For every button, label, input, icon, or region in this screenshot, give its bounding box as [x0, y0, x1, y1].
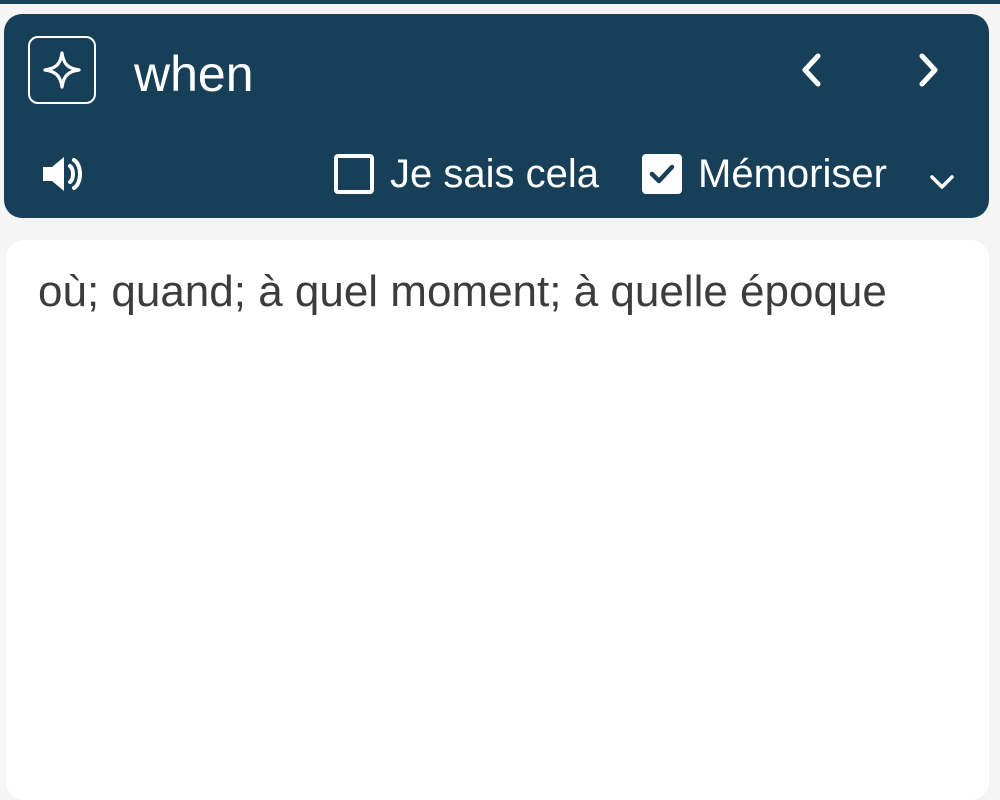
chevron-down-icon: [930, 175, 954, 189]
checkmark-icon: [649, 164, 675, 184]
chevron-left-icon: [802, 53, 821, 87]
speaker-icon: [43, 157, 82, 191]
known-checkbox[interactable]: [334, 154, 374, 194]
next-word-button[interactable]: [906, 48, 950, 92]
ai-assist-button[interactable]: [28, 36, 96, 104]
memorize-checkbox[interactable]: [642, 154, 682, 194]
memorize-option[interactable]: Mémoriser: [642, 152, 887, 196]
word-header-card: when Je sais cela Mémoriser: [4, 14, 989, 218]
translation-card: où; quand; à quel moment; à quelle époqu…: [6, 240, 989, 800]
chevron-right-icon: [919, 53, 938, 87]
known-label: Je sais cela: [390, 151, 599, 196]
sparkle-icon: [43, 51, 81, 89]
known-option[interactable]: Je sais cela: [334, 152, 599, 196]
options-dropdown-button[interactable]: [922, 162, 962, 202]
memorize-label: Mémoriser: [698, 151, 887, 196]
translation-text: où; quand; à quel moment; à quelle époqu…: [38, 267, 887, 316]
top-divider: [0, 0, 1000, 4]
previous-word-button[interactable]: [790, 48, 834, 92]
word-title: when: [134, 46, 254, 102]
pronounce-button[interactable]: [40, 152, 88, 196]
